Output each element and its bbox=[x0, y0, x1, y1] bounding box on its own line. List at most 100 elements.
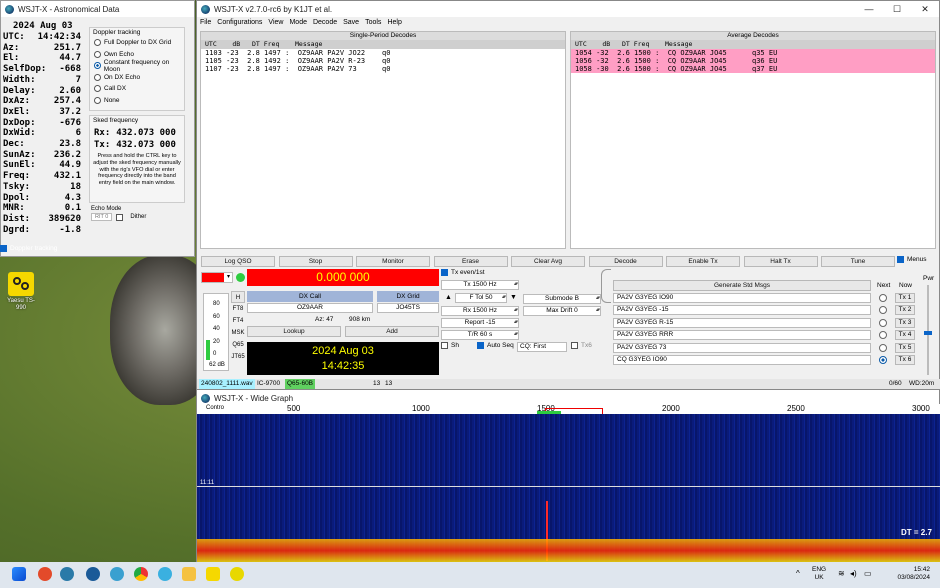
tx-message-field[interactable]: PA2V G3YEG -15 bbox=[613, 305, 871, 316]
tx6-toggle[interactable]: Tx6 bbox=[571, 342, 592, 349]
mode-button[interactable]: JT65 bbox=[231, 351, 245, 363]
next-radio[interactable] bbox=[879, 306, 887, 315]
average-decode-row[interactable]: 1056 -32 2.6 1500 : CQ OZ9AAR JO45 q36 E… bbox=[571, 57, 935, 65]
rig-status-led[interactable] bbox=[236, 273, 245, 282]
decode-row[interactable]: 1103 -23 2.8 1497 : OZ9AAR PA2V JO22 q0 bbox=[205, 49, 565, 57]
chrome-icon[interactable] bbox=[134, 567, 148, 581]
tr-period-spin[interactable]: T/R 60 s bbox=[441, 330, 519, 340]
radio-button[interactable] bbox=[94, 73, 101, 81]
report-spin[interactable]: Report -15 bbox=[441, 318, 519, 328]
wifi-icon[interactable]: ≋ bbox=[838, 569, 845, 578]
ts990-taskbar-icon[interactable] bbox=[206, 567, 220, 581]
tx-message-field[interactable]: PA2V G3YEG 73 bbox=[613, 342, 871, 353]
tx-now-button[interactable]: Tx 4 bbox=[895, 330, 915, 341]
close-button[interactable]: ✕ bbox=[911, 1, 939, 17]
menu-item[interactable]: Decode bbox=[313, 19, 337, 26]
doppler-tracking-toggle[interactable]: Doppler tracking bbox=[0, 243, 90, 253]
tx-message-field[interactable]: PA2V G3YEG IO90 bbox=[613, 293, 871, 303]
app-icon-5[interactable] bbox=[230, 567, 244, 581]
submode-spin[interactable]: Submode B bbox=[523, 294, 601, 304]
dxgrid-input[interactable]: JO45TS bbox=[377, 303, 439, 313]
autoseq-toggle[interactable]: Auto Seq bbox=[477, 342, 514, 349]
doppler-tracking-checkbox[interactable] bbox=[0, 244, 7, 252]
sh-checkbox[interactable] bbox=[441, 342, 448, 349]
menus-checkbox[interactable] bbox=[897, 256, 904, 263]
control-button[interactable]: Halt Tx bbox=[743, 256, 818, 267]
battery-icon[interactable]: ▭ bbox=[864, 569, 872, 578]
generate-std-msgs-button[interactable]: Generate Std Msgs bbox=[613, 280, 871, 291]
next-radio[interactable] bbox=[879, 356, 887, 364]
pwr-slider[interactable] bbox=[924, 285, 932, 375]
tx-even-toggle[interactable]: Tx even/1st bbox=[441, 269, 485, 276]
control-button[interactable]: Enable Tx bbox=[666, 256, 740, 267]
main-titlebar[interactable]: WSJT-X v2.7.0-rc6 by K1JT et al. — ☐ ✕ bbox=[197, 1, 939, 17]
language-indicator[interactable]: ENG UK bbox=[812, 566, 826, 582]
tx-message-field[interactable]: PA2V G3YEG R-15 bbox=[613, 317, 871, 328]
next-radio[interactable] bbox=[879, 294, 887, 302]
mode-button[interactable]: FT8 bbox=[231, 303, 245, 315]
cq-combo[interactable]: CQ: First bbox=[517, 342, 567, 352]
menu-item[interactable]: View bbox=[268, 19, 283, 26]
menus-toggle[interactable]: Menus bbox=[897, 256, 927, 263]
tx-now-button[interactable]: Tx 3 bbox=[895, 317, 915, 328]
rx-to-tx-icon[interactable]: ▼ bbox=[510, 294, 517, 301]
doppler-option[interactable]: On DX Echo bbox=[94, 72, 184, 84]
menu-item[interactable]: Save bbox=[343, 19, 359, 26]
app-icon-1[interactable] bbox=[38, 567, 52, 581]
control-button[interactable]: Monitor bbox=[356, 256, 430, 267]
control-button[interactable]: Log QSO bbox=[201, 256, 275, 267]
radio-button[interactable] bbox=[94, 39, 101, 47]
dither-checkbox[interactable] bbox=[116, 213, 124, 221]
start-icon[interactable] bbox=[12, 567, 26, 581]
menu-item[interactable]: Help bbox=[387, 19, 401, 26]
doppler-option[interactable]: Constant frequency on Moon bbox=[94, 59, 184, 73]
app-icon-2[interactable] bbox=[60, 567, 74, 581]
desktop-shortcut[interactable]: Yaesu TS-990 bbox=[6, 272, 36, 312]
decode-row[interactable]: 1105 -23 2.8 1492 : OZ9AAR PA2V R-23 q0 bbox=[205, 57, 565, 65]
tx-to-rx-icon[interactable]: ▲ bbox=[445, 294, 452, 301]
doppler-option[interactable]: Call DX bbox=[94, 83, 184, 95]
app-icon-3[interactable] bbox=[110, 567, 124, 581]
echo-rit-spin[interactable]: RIT 0 bbox=[91, 213, 113, 221]
maximize-button[interactable]: ☐ bbox=[883, 1, 911, 17]
tx6-checkbox[interactable] bbox=[571, 342, 578, 349]
next-radio[interactable] bbox=[879, 318, 887, 327]
next-radio[interactable] bbox=[879, 331, 887, 340]
add-button[interactable]: Add bbox=[345, 326, 439, 337]
radio-button[interactable] bbox=[94, 85, 101, 93]
next-radio[interactable] bbox=[879, 343, 887, 352]
menu-item[interactable]: File bbox=[200, 19, 211, 26]
rx-freq-spin[interactable]: Rx 1500 Hz bbox=[441, 306, 519, 316]
control-button[interactable]: Decode bbox=[588, 256, 663, 267]
doppler-option[interactable]: None bbox=[94, 95, 184, 107]
dial-frequency[interactable]: 0.000 000 bbox=[247, 269, 439, 286]
menu-item[interactable]: Mode bbox=[289, 19, 307, 26]
maxdrift-spin[interactable]: Max Drift 0 bbox=[523, 306, 601, 316]
astro-titlebar[interactable]: WSJT-X - Astronomical Data bbox=[1, 1, 194, 17]
control-button[interactable]: Erase bbox=[433, 256, 508, 267]
average-decode-row[interactable]: 1058 -30 2.6 1500 : CQ OZ9AAR JO45 q37 E… bbox=[571, 65, 935, 73]
decode-row[interactable]: 1107 -23 2.8 1497 : OZ9AAR PA2V 73 q0 bbox=[205, 65, 565, 73]
lookup-button[interactable]: Lookup bbox=[247, 326, 341, 337]
tx-even-checkbox[interactable] bbox=[441, 269, 448, 276]
autoseq-checkbox[interactable] bbox=[477, 342, 484, 349]
app-icon-4[interactable] bbox=[158, 567, 172, 581]
tx-now-button[interactable]: Tx 5 bbox=[895, 342, 915, 353]
radio-button[interactable] bbox=[94, 50, 101, 58]
tray-chevron-icon[interactable]: ^ bbox=[796, 569, 800, 578]
tx-freq-spin[interactable]: Tx 1500 Hz bbox=[441, 280, 519, 290]
tx-message-field[interactable]: PA2V G3YEG RRR bbox=[613, 330, 871, 341]
control-button[interactable]: Clear Avg bbox=[511, 256, 585, 267]
tx-now-button[interactable]: Tx 2 bbox=[895, 305, 915, 316]
radio-button[interactable] bbox=[94, 62, 101, 70]
average-decodes-list[interactable]: 1054 -32 2.6 1500 : CQ OZ9AAR JO45 q35 E… bbox=[571, 49, 935, 73]
wsjtx-taskbar-icon[interactable] bbox=[86, 567, 100, 581]
control-button[interactable]: Tune bbox=[821, 256, 895, 267]
sh-toggle[interactable]: Sh bbox=[441, 342, 459, 349]
mode-button[interactable]: MSK bbox=[231, 327, 245, 339]
doppler-option[interactable]: Full Doppler to DX Grid bbox=[94, 37, 184, 49]
tx-now-button[interactable]: Tx 1 bbox=[895, 293, 915, 303]
mode-button[interactable]: FT4 bbox=[231, 315, 245, 327]
clock[interactable]: 15:42 03/08/2024 bbox=[880, 566, 930, 582]
single-decodes-list[interactable]: 1103 -23 2.8 1497 : OZ9AAR PA2V JO22 q0 1… bbox=[201, 49, 565, 73]
